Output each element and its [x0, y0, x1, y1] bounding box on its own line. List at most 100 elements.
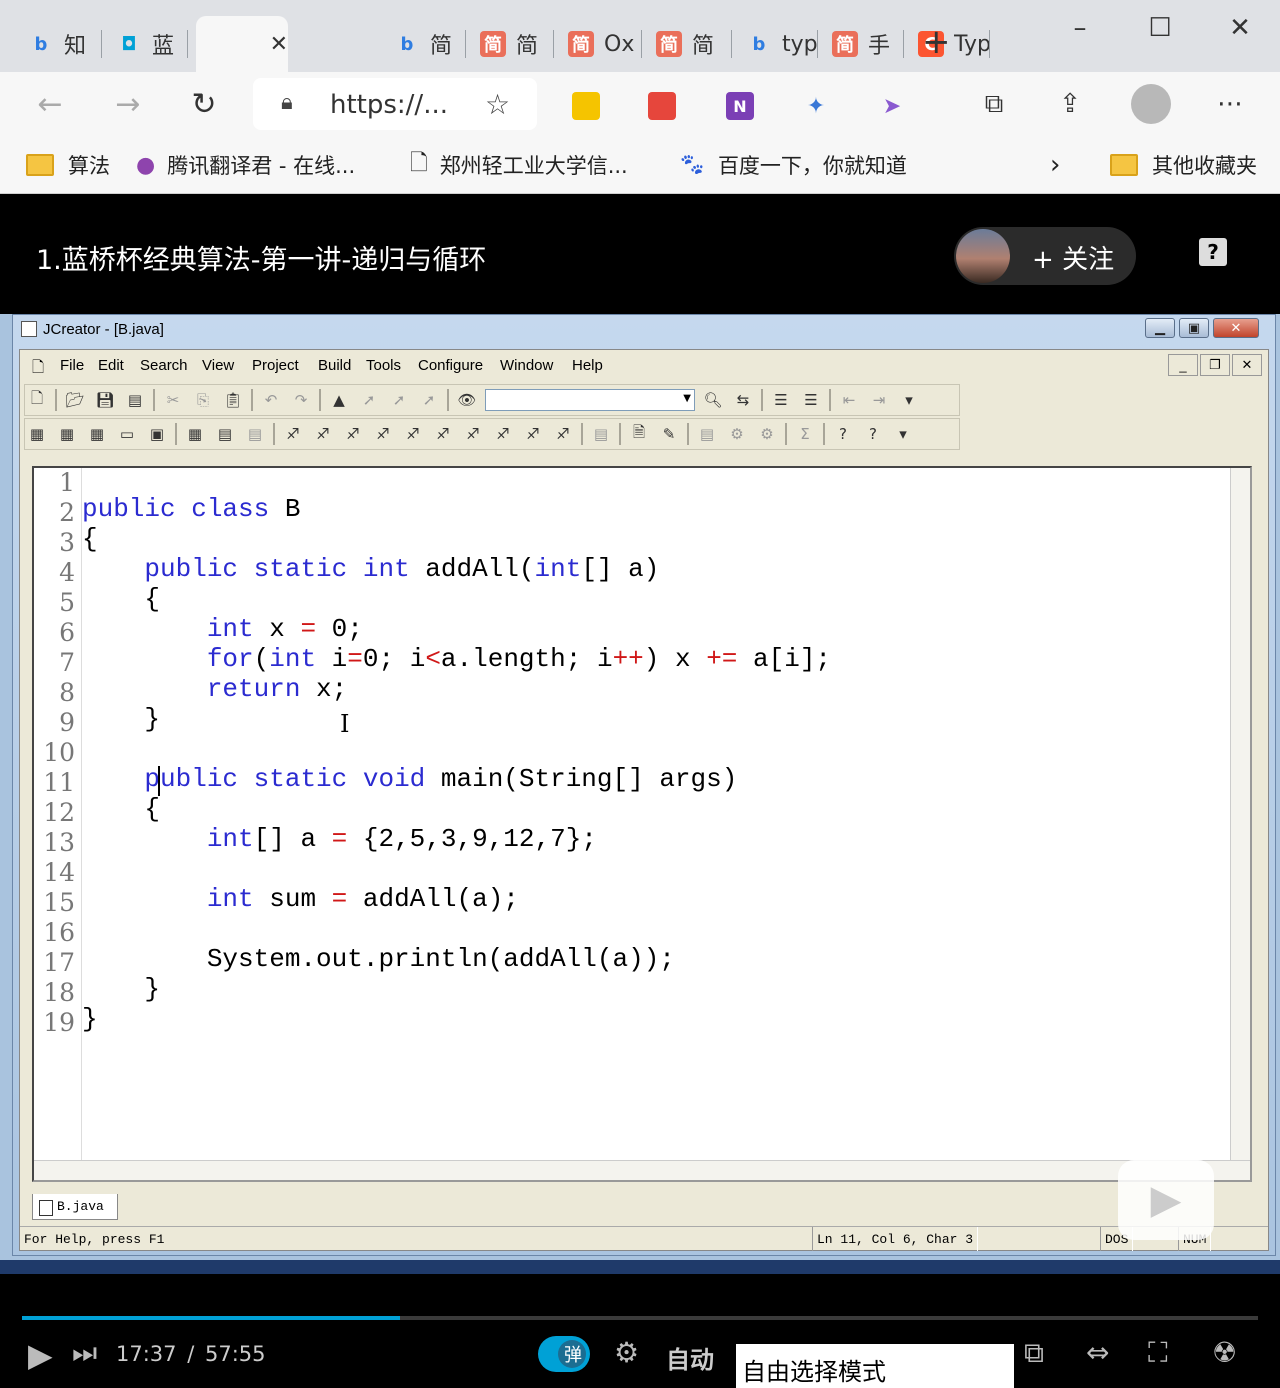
bookmark-university[interactable]: 🗋 郑州轻工业大学信... [410, 148, 628, 182]
bookmark-tencent-translate[interactable]: ● 腾讯翻译君 - 在线... [136, 148, 355, 182]
baidu-icon: 🐾︎ [678, 152, 706, 178]
url-text[interactable]: https://... [330, 90, 448, 120]
browser-tab[interactable]: ◘ 蓝 [102, 16, 188, 72]
help-icon-2: ? [869, 425, 877, 443]
follow-button[interactable]: + 关注 [954, 227, 1136, 285]
find-next-icon: 🔍︎ [703, 391, 723, 409]
line-number: 16 [43, 918, 75, 947]
copy-icon: ⎘ [196, 391, 209, 409]
line-number: 4 [59, 558, 75, 587]
code-line-6: int x = 0; [206, 614, 363, 644]
extension-cursor-icon[interactable]: ➤ [878, 92, 906, 120]
maximize-button[interactable]: ☐ [1120, 0, 1200, 56]
bookmark-label: 算法 [68, 154, 110, 178]
help-icon[interactable]: ? [1199, 238, 1227, 266]
bookmarks-overflow-chevron-icon[interactable]: › [1050, 148, 1060, 182]
bing-icon: b [34, 33, 48, 55]
danmaku-label: 弹 [564, 1345, 582, 1366]
undo-icon: ↶ [264, 391, 278, 409]
danmaku-settings-icon[interactable]: ⚙ [614, 1336, 639, 1369]
browser-tab[interactable]: b简 [380, 16, 466, 72]
bookmark-other-favorites[interactable]: 其他收藏夹 [1110, 148, 1257, 182]
workspace-icon: ▦ [29, 425, 45, 443]
bookmark-baidu[interactable]: 🐾︎ 百度一下，你就知道 [678, 148, 907, 182]
danmaku-toggle[interactable]: 弹 [538, 1336, 590, 1372]
extension-red-icon[interactable] [648, 92, 676, 120]
follow-text: 关注 [1062, 245, 1115, 275]
bookmark-algorithms[interactable]: 算法 [26, 148, 110, 182]
run-icon-8: ♐︎ [496, 425, 510, 443]
forward-icon[interactable]: → [108, 84, 148, 124]
profile-avatar[interactable] [1131, 84, 1171, 124]
edit-doc-icon: ✎ [662, 425, 676, 443]
build-icon: ▤ [217, 425, 233, 443]
project-icon: ▦ [59, 425, 75, 443]
minimize-button[interactable]: – [1040, 0, 1120, 56]
browser-tab-label: 知 [64, 34, 87, 59]
jcreator-app-icon [21, 321, 37, 337]
bookmark-next-icon: ➚ [362, 391, 376, 409]
bookmark-label: 郑州轻工业大学信... [439, 154, 628, 178]
new-tab-button[interactable]: + [922, 22, 951, 62]
extension-yellow-icon[interactable] [572, 92, 600, 120]
stop-icon: ▤ [593, 425, 609, 443]
run-icon-3: ♐︎ [346, 425, 360, 443]
widescreen-icon[interactable]: ⇔ [1086, 1336, 1109, 1369]
address-bar[interactable]: 🔒︎ https://... ☆ [253, 78, 537, 130]
jcreator-title: JCreator - [B.java] [43, 321, 164, 338]
quality-selector[interactable]: 自动 [666, 1340, 714, 1375]
folder-icon [1110, 154, 1138, 176]
close-tab-icon[interactable]: ✕ [270, 32, 288, 57]
browser-tab[interactable]: b知 [14, 16, 102, 72]
fullscreen-icon[interactable]: ⛶ [1148, 1336, 1168, 1370]
tencent-icon: ● [136, 152, 156, 178]
windows-taskbar-strip [0, 1260, 1280, 1274]
player-controls: ▶ ⏭︎ 17:37 / 57:55 弹 ⚙ 自动 自由选择模式 ⧉ ⇔ ⛶ ☢ [0, 1274, 1280, 1388]
run-icon-1: ♐︎ [286, 425, 300, 443]
browser-tab-bar: b知◘蓝【✕b简简简简Ox简简btyp简手CTyp + – ☐ ✕ [0, 0, 1280, 72]
share-icon[interactable]: ⇪ [1050, 84, 1090, 124]
nav-back-icon: ⇤ [842, 391, 856, 409]
jianshu-icon: 简 [832, 31, 858, 57]
add-favorite-icon[interactable]: ☆ [485, 88, 510, 121]
settings-icon[interactable]: ☢ [1212, 1336, 1237, 1369]
browser-tab-label: typ [782, 31, 818, 57]
progress-fill [22, 1316, 401, 1320]
play-icon[interactable]: ▶ [28, 1336, 53, 1374]
line-number: 6 [59, 618, 75, 647]
vertical-scrollbar [1230, 468, 1250, 1180]
refresh-icon[interactable]: ↻ [184, 84, 224, 124]
time-separator: / [187, 1342, 195, 1366]
collections-icon[interactable]: ⧉ [974, 84, 1014, 124]
browser-tab[interactable]: 简手 [818, 16, 904, 72]
compile-icon: ▦ [187, 425, 203, 443]
back-icon[interactable]: ← [30, 84, 70, 124]
pip-icon[interactable]: ⧉ [1024, 1336, 1044, 1370]
browser-tab[interactable]: b typ [732, 16, 818, 72]
time-display: 17:37 / 57:55 [116, 1342, 266, 1366]
close-window-button[interactable]: ✕ [1200, 0, 1280, 56]
tab-separator [989, 30, 990, 58]
browser-tab[interactable]: 简简 [466, 16, 554, 72]
step-over-icon: ⚙ [760, 425, 774, 443]
onenote-icon[interactable]: N [726, 92, 754, 120]
more-icon[interactable]: ⋯ [1210, 84, 1250, 124]
toolbar-overflow-icon: ▾ [905, 391, 913, 409]
step-icon: ⚙ [730, 425, 744, 443]
browser-tab-label: 蓝 [152, 34, 175, 59]
line-number: 12 [43, 798, 75, 827]
browser-tab[interactable]: 简 Ox [554, 16, 642, 72]
next-icon[interactable]: ⏭︎ [72, 1336, 97, 1370]
progress-bar[interactable] [22, 1316, 1258, 1320]
extension-bird-icon[interactable]: ✦ [802, 92, 830, 120]
browser-tab[interactable]: 【✕ [196, 16, 288, 72]
jianshu-icon: 简 [656, 31, 682, 57]
video-frame[interactable]: JCreator - [B.java] ▁ ▣ ✕ 🗋 File Edit Se… [0, 314, 1280, 1274]
page-icon: 🗋 [410, 151, 428, 176]
browser-tab[interactable]: 简简 [642, 16, 732, 72]
uploader-avatar[interactable] [956, 229, 1010, 283]
code-line-7: for(int i=0; i<a.length; i++) x += a[i]; [206, 644, 832, 674]
current-time: 17:37 [116, 1342, 177, 1366]
browser-tab-label: 简 [692, 34, 715, 59]
bilibili-play-logo-icon[interactable]: ▶ [1118, 1160, 1214, 1240]
